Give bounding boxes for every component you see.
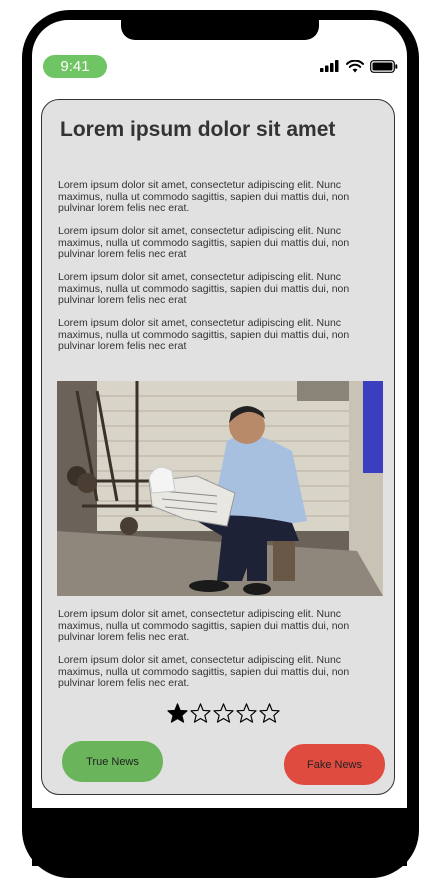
- article-paragraph: Lorem ipsum dolor sit amet, consectetur …: [58, 271, 350, 306]
- article-paragraph: Lorem ipsum dolor sit amet, consectetur …: [58, 225, 350, 260]
- article-paragraph: Lorem ipsum dolor sit amet, consectetur …: [58, 654, 350, 689]
- notch: [121, 18, 319, 40]
- article-paragraph: Lorem ipsum dolor sit amet, consectetur …: [58, 608, 350, 643]
- star-outline-icon[interactable]: [190, 703, 211, 723]
- bottom-bar: [32, 808, 407, 866]
- star-rating[interactable]: [167, 703, 280, 723]
- star-outline-icon[interactable]: [213, 703, 234, 723]
- star-filled-icon[interactable]: [167, 703, 188, 723]
- status-time: 9:41: [43, 55, 107, 78]
- wifi-icon: [346, 59, 364, 72]
- news-card: Lorem ipsum dolor sit amet Lorem ipsum d…: [41, 99, 395, 795]
- star-outline-icon[interactable]: [236, 703, 257, 723]
- article-photo: [57, 381, 383, 596]
- article-paragraph: Lorem ipsum dolor sit amet, consectetur …: [58, 179, 350, 214]
- article-paragraph: Lorem ipsum dolor sit amet, consectetur …: [58, 317, 350, 352]
- signal-icon: [320, 60, 339, 72]
- true-news-button[interactable]: True News: [62, 741, 163, 782]
- battery-icon: [370, 59, 398, 73]
- star-outline-icon[interactable]: [259, 703, 280, 723]
- article-title: Lorem ipsum dolor sit amet: [60, 118, 336, 141]
- fake-news-button[interactable]: Fake News: [284, 744, 385, 785]
- status-icons: [320, 58, 398, 74]
